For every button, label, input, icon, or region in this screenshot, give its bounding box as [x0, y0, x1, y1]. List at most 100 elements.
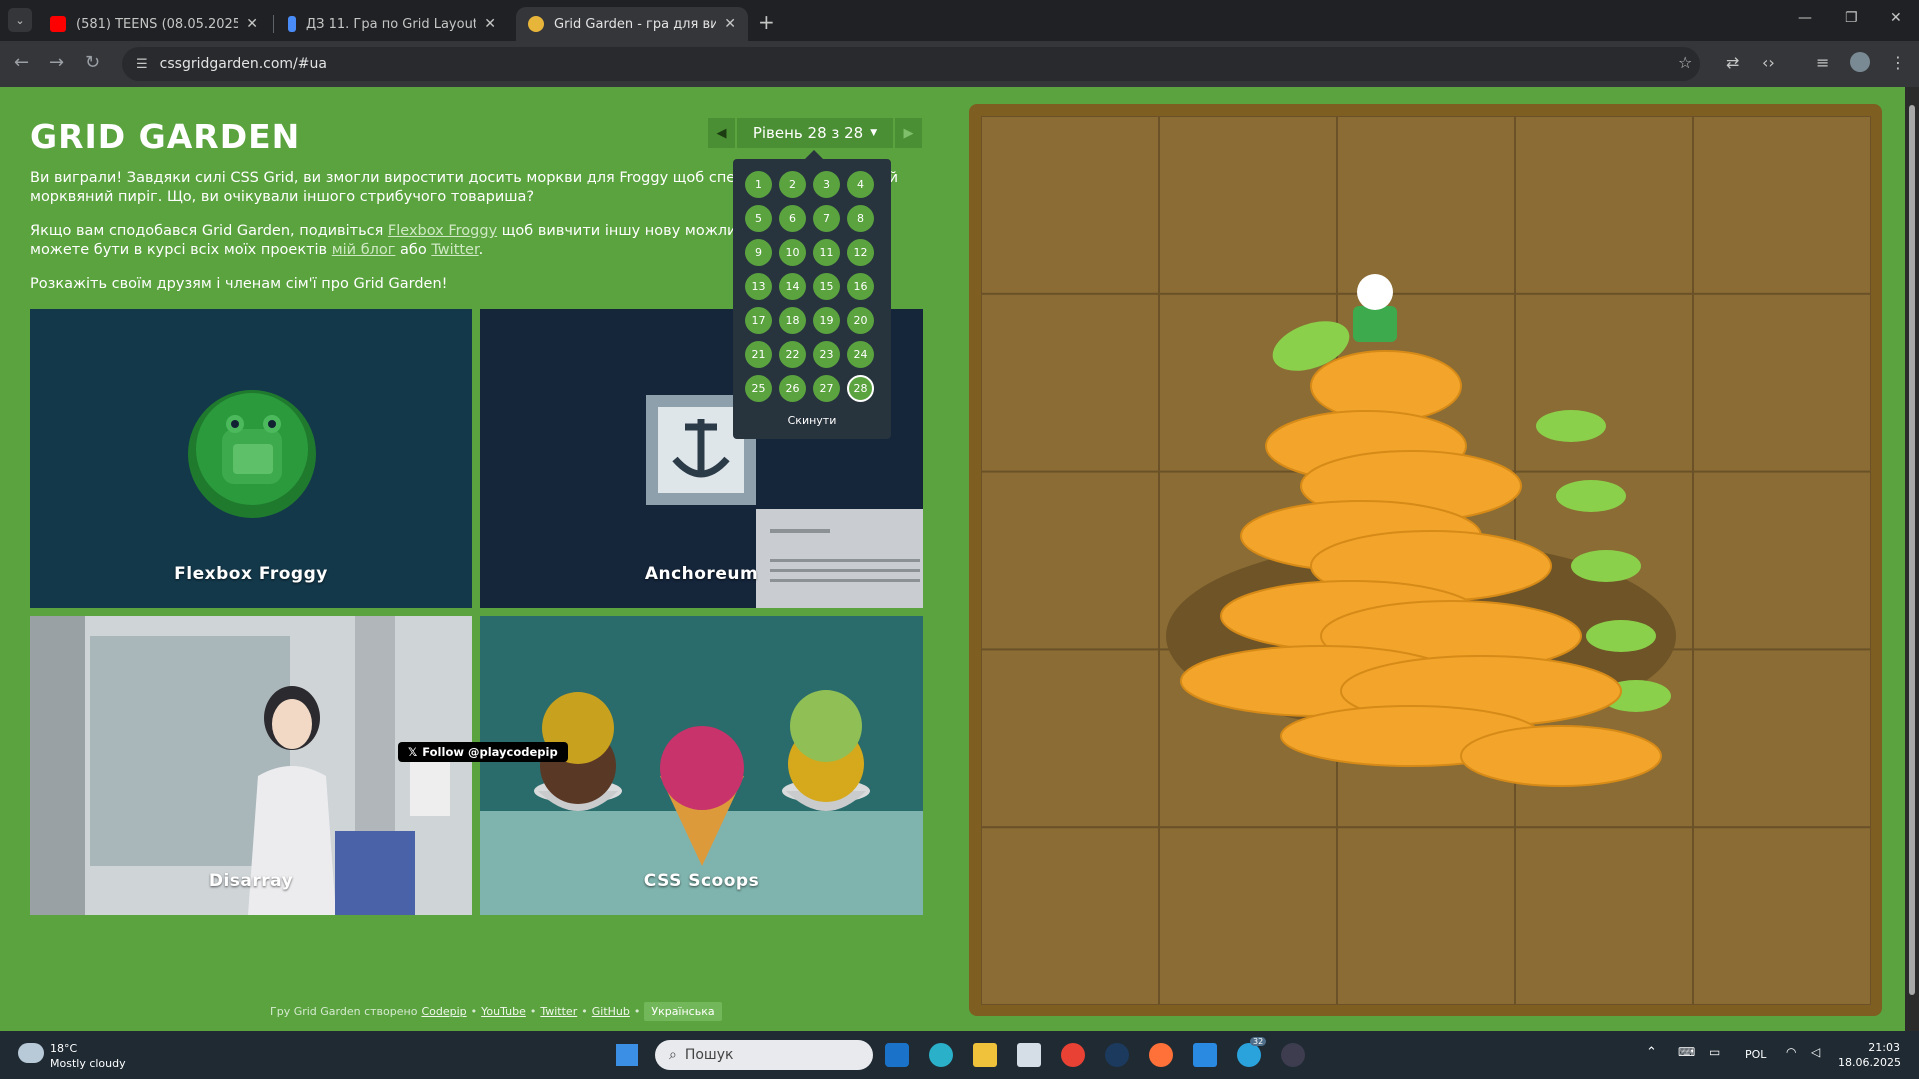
- wifi-icon[interactable]: ◠: [1786, 1045, 1796, 1059]
- level-button[interactable]: 22: [779, 341, 806, 368]
- chrome-icon[interactable]: [1061, 1043, 1085, 1067]
- telegram-badge: 32: [1250, 1037, 1267, 1046]
- level-button[interactable]: 18: [779, 307, 806, 334]
- tab-title: Grid Garden - гра для вивчення: [554, 16, 717, 32]
- youtube-link[interactable]: YouTube: [481, 1005, 526, 1018]
- level-indicator[interactable]: Рівень 28 з 28 ▼: [737, 118, 893, 148]
- level-button[interactable]: 26: [779, 375, 806, 402]
- steam-icon[interactable]: [1105, 1043, 1129, 1067]
- level-button[interactable]: 15: [813, 273, 840, 300]
- level-button[interactable]: 13: [745, 273, 772, 300]
- twitter-follow-button[interactable]: 𝕏 Follow @playcodepip: [398, 742, 568, 762]
- level-button[interactable]: 20: [847, 307, 874, 334]
- language-selector[interactable]: Українська: [644, 1002, 722, 1021]
- url-text: cssgridgarden.com/#ua: [159, 56, 327, 72]
- menu-icon[interactable]: ⋮: [1890, 53, 1906, 72]
- level-button[interactable]: 14: [779, 273, 806, 300]
- reset-button[interactable]: Скинути: [733, 414, 891, 427]
- codepip-link[interactable]: Codepip: [421, 1005, 466, 1018]
- card-flexbox-froggy[interactable]: Flexbox Froggy: [30, 309, 472, 608]
- footer-text: Гру Grid Garden створено: [270, 1005, 418, 1018]
- follow-label: Follow @playcodepip: [422, 745, 558, 759]
- github-link[interactable]: GitHub: [592, 1005, 630, 1018]
- weather-widget[interactable]: 18°C Mostly cloudy: [50, 1041, 126, 1071]
- system-clock[interactable]: 21:03 18.06.2025: [1838, 1040, 1901, 1070]
- level-button[interactable]: 27: [813, 375, 840, 402]
- close-window-button[interactable]: ✕: [1890, 10, 1902, 26]
- devtools-icon[interactable]: ‹›: [1762, 53, 1775, 72]
- input-language[interactable]: POL: [1745, 1048, 1766, 1061]
- level-button[interactable]: 7: [813, 205, 840, 232]
- bookmark-star-icon[interactable]: ☆: [1678, 53, 1692, 72]
- level-button[interactable]: 23: [813, 341, 840, 368]
- level-button[interactable]: 11: [813, 239, 840, 266]
- tab-youtube[interactable]: (581) TEENS (08.05.2025) Web-р ✕: [38, 7, 270, 41]
- store-icon[interactable]: [1017, 1043, 1041, 1067]
- level-button[interactable]: 17: [745, 307, 772, 334]
- profile-avatar[interactable]: [1850, 52, 1870, 72]
- level-button[interactable]: 21: [745, 341, 772, 368]
- reading-list-icon[interactable]: ≡: [1816, 53, 1829, 72]
- scrollbar-thumb[interactable]: [1909, 105, 1915, 995]
- firefox-icon[interactable]: [1149, 1043, 1173, 1067]
- card-label: Flexbox Froggy: [174, 564, 328, 584]
- level-button[interactable]: 10: [779, 239, 806, 266]
- blog-link[interactable]: мій блог: [332, 242, 396, 258]
- level-button[interactable]: 25: [745, 375, 772, 402]
- level-button[interactable]: 6: [779, 205, 806, 232]
- volume-icon[interactable]: ◁: [1811, 1045, 1820, 1059]
- level-button[interactable]: 8: [847, 205, 874, 232]
- level-button[interactable]: 19: [813, 307, 840, 334]
- x-logo-icon: 𝕏: [408, 745, 418, 759]
- taskbar-search[interactable]: ⌕ Пошук: [655, 1040, 873, 1070]
- keyboard-icon[interactable]: ⌨: [1678, 1045, 1695, 1059]
- promo-text: .: [478, 242, 484, 258]
- level-button[interactable]: 24: [847, 341, 874, 368]
- footer-twitter-link[interactable]: Twitter: [540, 1005, 577, 1018]
- minimize-button[interactable]: —: [1798, 10, 1812, 26]
- tab-homework[interactable]: ДЗ 11. Гра по Grid Layout | Hill ✕: [276, 7, 508, 41]
- card-disarray[interactable]: Disarray: [30, 616, 472, 915]
- level-button[interactable]: 9: [745, 239, 772, 266]
- prev-level-button[interactable]: ◀: [708, 118, 735, 148]
- level-button[interactable]: 3: [813, 171, 840, 198]
- edge-icon[interactable]: [929, 1043, 953, 1067]
- card-css-scoops[interactable]: CSS Scoops: [480, 616, 923, 915]
- back-button[interactable]: ←: [14, 52, 29, 73]
- new-tab-button[interactable]: +: [758, 10, 775, 34]
- page-scrollbar[interactable]: [1905, 87, 1919, 1031]
- site-info-icon[interactable]: ☰: [136, 57, 148, 72]
- level-button[interactable]: 28: [847, 375, 874, 402]
- forward-button[interactable]: →: [49, 52, 64, 73]
- reload-button[interactable]: ↻: [85, 52, 100, 73]
- telegram-icon[interactable]: 32: [1237, 1037, 1267, 1067]
- level-button[interactable]: 2: [779, 171, 806, 198]
- close-tab-icon[interactable]: ✕: [246, 16, 258, 32]
- address-bar[interactable]: ☰ cssgridgarden.com/#ua: [122, 47, 1700, 81]
- translate-icon[interactable]: ⇄: [1726, 53, 1739, 72]
- footer-separator: •: [470, 1005, 478, 1018]
- card-label: CSS Scoops: [643, 871, 760, 891]
- media-player-icon[interactable]: [1281, 1043, 1305, 1067]
- tab-grid-garden[interactable]: Grid Garden - гра для вивчення ✕: [516, 7, 748, 41]
- level-button[interactable]: 16: [847, 273, 874, 300]
- vscode-icon[interactable]: [1193, 1043, 1217, 1067]
- outlook-icon[interactable]: [885, 1043, 909, 1067]
- flexbox-froggy-link[interactable]: Flexbox Froggy: [388, 223, 497, 239]
- twitter-link[interactable]: Twitter: [431, 242, 478, 258]
- level-navigation: ◀ Рівень 28 з 28 ▼ ▶: [708, 118, 922, 148]
- level-button[interactable]: 4: [847, 171, 874, 198]
- level-button[interactable]: 1: [745, 171, 772, 198]
- show-hidden-icons[interactable]: ⌃: [1646, 1045, 1657, 1060]
- level-button[interactable]: 5: [745, 205, 772, 232]
- level-button[interactable]: 12: [847, 239, 874, 266]
- close-tab-icon[interactable]: ✕: [484, 16, 496, 32]
- restore-button[interactable]: ❐: [1845, 10, 1858, 26]
- close-tab-icon[interactable]: ✕: [724, 16, 736, 32]
- promo-text: Якщо вам сподобався Grid Garden, подивіт…: [30, 223, 388, 239]
- tab-search-button[interactable]: ⌄: [8, 8, 32, 32]
- display-icon[interactable]: ▭: [1709, 1045, 1720, 1059]
- file-explorer-icon[interactable]: [973, 1043, 997, 1067]
- windows-start-icon[interactable]: [616, 1044, 638, 1066]
- next-level-button[interactable]: ▶: [895, 118, 922, 148]
